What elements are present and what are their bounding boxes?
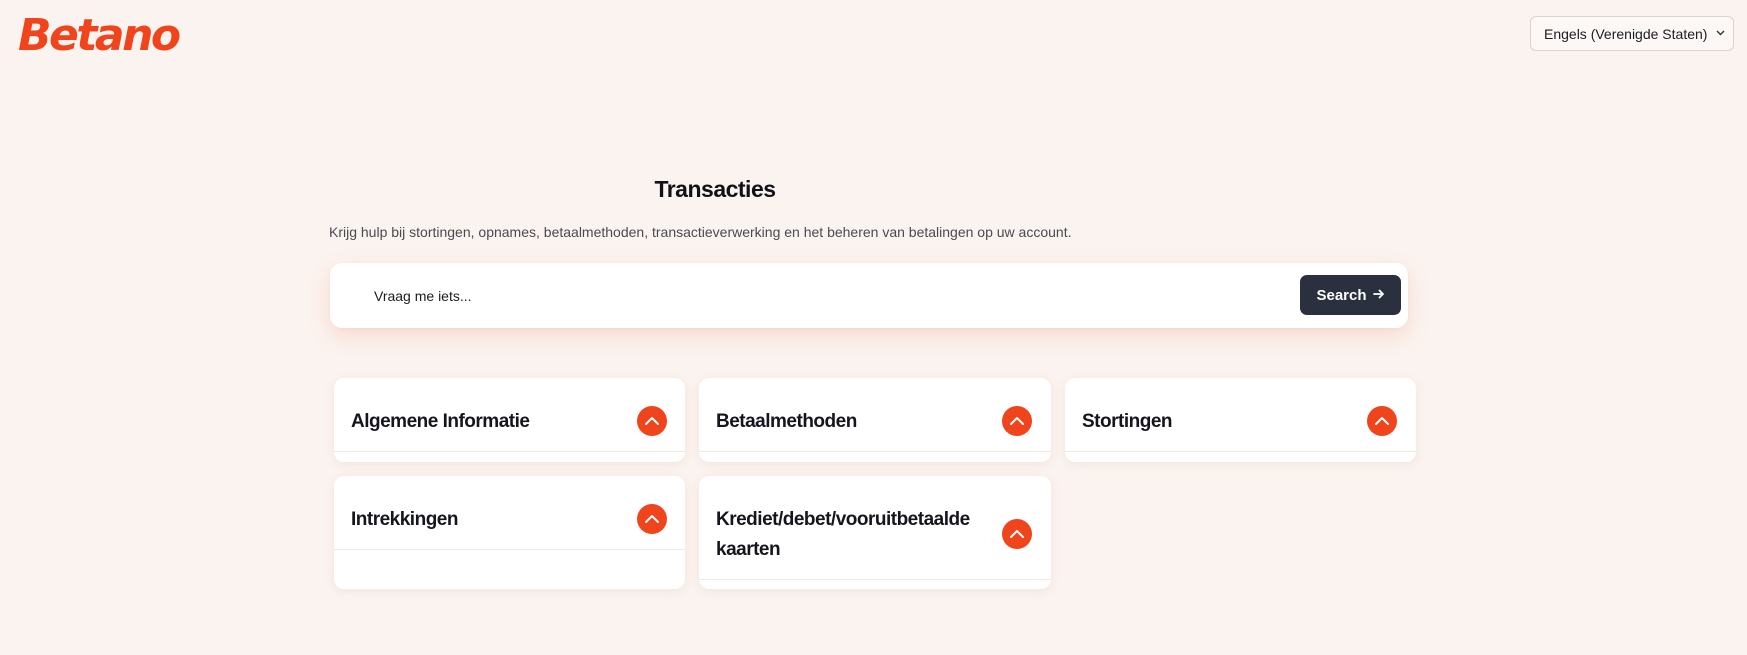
search-bar: Search <box>330 263 1408 328</box>
page-subtitle: Krijg hulp bij stortingen, opnames, beta… <box>329 224 1072 240</box>
chevron-up-icon[interactable] <box>637 406 667 436</box>
category-card-title: Intrekkingen <box>351 509 458 530</box>
language-select[interactable]: Engels (Verenigde Staten) <box>1530 16 1734 51</box>
search-button[interactable]: Search <box>1300 275 1401 315</box>
category-card-intrekkingen[interactable]: Intrekkingen <box>334 476 685 589</box>
chevron-up-icon[interactable] <box>1002 519 1032 549</box>
category-card-title: Algemene Informatie <box>351 411 530 432</box>
search-button-label: Search <box>1316 286 1367 304</box>
chevron-up-icon[interactable] <box>1367 406 1397 436</box>
category-card-title: Stortingen <box>1082 411 1173 432</box>
card-divider <box>1065 451 1416 452</box>
language-select-value: Engels (Verenigde Staten) <box>1544 25 1708 42</box>
chevron-down-icon <box>1716 28 1725 39</box>
card-divider <box>334 451 685 452</box>
page: Betano Engels (Verenigde Staten) Transac… <box>0 0 1747 655</box>
category-card-krediet-debet-vooruitbetaalde-kaarten[interactable]: Krediet/debet/vooruitbetaalde kaarten <box>699 476 1051 589</box>
category-card-title: Betaalmethoden <box>716 411 857 432</box>
betano-logo[interactable]: Betano <box>18 10 181 61</box>
card-divider <box>699 579 1051 580</box>
search-input[interactable] <box>374 283 1154 309</box>
chevron-up-icon[interactable] <box>637 504 667 534</box>
category-card-stortingen[interactable]: Stortingen <box>1065 378 1416 462</box>
category-card-algemene-informatie[interactable]: Algemene Informatie <box>334 378 685 462</box>
card-divider <box>334 549 685 550</box>
card-divider <box>699 451 1051 452</box>
category-card-title: Krediet/debet/vooruitbetaalde kaarten <box>716 509 970 560</box>
chevron-up-icon[interactable] <box>1002 406 1032 436</box>
page-title: Transacties <box>654 176 776 202</box>
category-card-betaalmethoden[interactable]: Betaalmethoden <box>699 378 1051 462</box>
arrow-right-icon <box>1372 287 1385 304</box>
